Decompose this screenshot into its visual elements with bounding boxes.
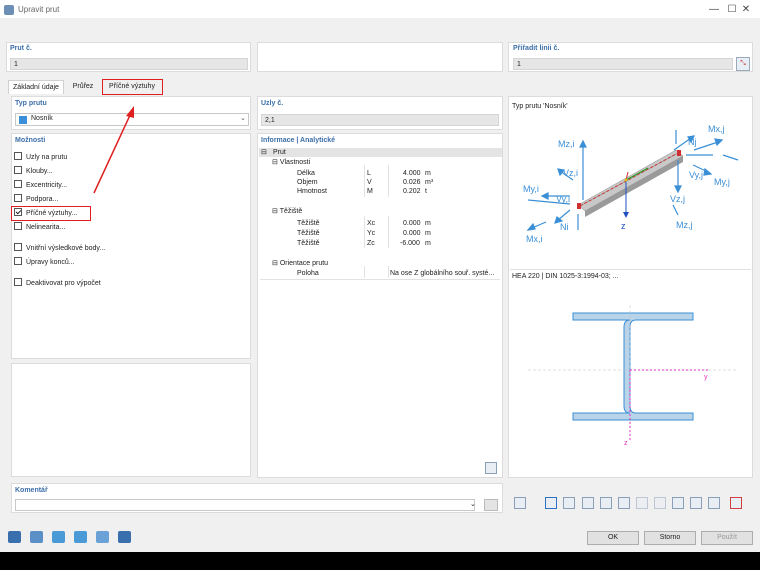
column-divider — [364, 266, 365, 278]
info-row-unit: m — [425, 230, 431, 237]
cross-section-diagram: y z — [528, 305, 738, 447]
section-y-label: y — [704, 374, 708, 381]
info-panel: Informace | Analytické ⊟ Prut — [257, 133, 503, 478]
info-row-name: Hmotnost — [297, 188, 327, 195]
info-row-val: 0.202 — [403, 188, 421, 195]
info-row-val: 0.000 — [403, 220, 421, 227]
column-divider — [388, 216, 389, 248]
centroid-icon[interactable] — [582, 497, 594, 509]
comment-library-icon[interactable] — [484, 499, 498, 511]
label-icon[interactable] — [654, 497, 666, 509]
info-row-val: Na ose Z globálního souř. systé... — [390, 270, 495, 277]
apply-button[interactable]: Použít — [701, 531, 753, 545]
label-my-i: My,i — [523, 184, 539, 194]
label-vz-i: Vz,i — [563, 168, 578, 178]
render-options-icon[interactable] — [514, 497, 526, 509]
info-export-icon[interactable] — [485, 462, 497, 474]
nodes-panel: Uzly č. 2,1 — [257, 96, 503, 130]
stress-points-icon[interactable] — [636, 497, 648, 509]
group-label: Vlastnosti — [279, 159, 311, 166]
label-mz-i: Mz,i — [558, 139, 575, 149]
info-row-unit: m — [425, 170, 431, 177]
info-row-unit: t — [425, 188, 427, 195]
label-vy-j: Vy,j — [689, 170, 703, 180]
column-divider — [364, 165, 365, 197]
label-vy-i: Vy,i — [556, 194, 570, 204]
info-row-sym: M — [367, 188, 373, 195]
collapse-icon[interactable]: ⊟ — [272, 260, 278, 267]
info-header: Informace | Analytické — [261, 137, 336, 144]
info-row-name: Délka — [297, 170, 315, 177]
shear-center-icon[interactable] — [618, 497, 630, 509]
units-icon[interactable] — [30, 531, 43, 543]
settings-icon[interactable] — [74, 531, 87, 543]
info-row-name: Objem — [297, 179, 318, 186]
info-row-name: Poloha — [297, 270, 319, 277]
info-row-sym: Zc — [367, 240, 375, 247]
info-row-name: Těžiště — [297, 240, 320, 247]
info-group-properties[interactable]: ⊟ Vlastnosti — [272, 158, 310, 167]
section-caption: HEA 220 | DIN 1025-3:1994-03; ... — [512, 273, 619, 280]
formula-icon[interactable] — [118, 531, 131, 543]
label-z-axis: z — [621, 221, 626, 231]
info-row-unit: m³ — [425, 179, 434, 186]
label-n-i: Ni — [560, 222, 569, 232]
nodes-input[interactable]: 2,1 — [261, 114, 499, 126]
ok-button[interactable]: OK — [587, 531, 639, 545]
group-label: Orientace prutu — [279, 260, 329, 267]
info-root-row[interactable]: ⊟ Prut — [259, 148, 502, 157]
select-icon[interactable] — [96, 531, 109, 543]
grid-icon[interactable] — [672, 497, 684, 509]
column-divider — [388, 165, 389, 197]
axes-icon[interactable] — [600, 497, 612, 509]
label-mz-j: Mz,j — [676, 220, 693, 230]
cancel-button[interactable]: Storno — [644, 531, 696, 545]
comment-label: Komentář — [15, 487, 48, 494]
group-label: Těžiště — [279, 208, 303, 215]
preview-divider — [510, 269, 751, 270]
column-divider — [388, 266, 389, 278]
chevron-down-icon[interactable]: ⌄ — [470, 500, 476, 508]
info-row-val: 0.026 — [403, 179, 421, 186]
label-vz-j: Vz,j — [670, 194, 685, 204]
info-row-name: Těžiště — [297, 230, 320, 237]
info-row-name: Těžiště — [297, 220, 320, 227]
comment-input[interactable] — [15, 499, 475, 511]
collapse-icon[interactable]: ⊟ — [272, 159, 278, 166]
label-n-j: Nj — [688, 137, 697, 147]
column-divider — [364, 216, 365, 248]
section-z-label: z — [624, 440, 628, 447]
info-row-unit: m — [425, 240, 431, 247]
info-row-sym: V — [367, 179, 372, 186]
nodes-label: Uzly č. — [261, 100, 284, 107]
label-my-j: My,j — [714, 177, 730, 187]
info-row-sym: Xc — [367, 220, 376, 227]
help-icon[interactable] — [8, 531, 21, 543]
info-row-sym: L — [367, 170, 371, 177]
label-mx-j: Mx,j — [708, 124, 725, 134]
info-group-orientation[interactable]: ⊟ Orientace prutu — [272, 259, 328, 268]
dimension-icon[interactable] — [563, 497, 575, 509]
collapse-icon[interactable]: ⊟ — [272, 208, 278, 215]
info-group-centroid[interactable]: ⊟ Těžiště — [272, 207, 302, 216]
info-row-val: 0.000 — [403, 230, 421, 237]
reset-view-icon[interactable] — [730, 497, 742, 509]
comment-panel: Komentář ⌄ — [11, 483, 503, 513]
info-row-sym: Yc — [367, 230, 376, 237]
beam-diagram: Mz,i Vz,i Vy,i My,i Ni Mx,i Mx,j Nj Vy,j… — [523, 124, 739, 244]
info-icon[interactable] — [52, 531, 65, 543]
view-mode-icon[interactable] — [545, 497, 557, 509]
info-row-val: 4.000 — [403, 170, 421, 177]
print-icon[interactable] — [708, 497, 720, 509]
table-icon[interactable] — [690, 497, 702, 509]
collapse-icon[interactable]: ⊟ — [261, 148, 267, 157]
label-mx-i: Mx,i — [526, 234, 543, 244]
tree-bottom-line — [260, 279, 500, 280]
info-row-val: -6.000 — [400, 240, 420, 247]
info-row-unit: m — [425, 220, 431, 227]
info-root-label: Prut — [273, 149, 286, 156]
